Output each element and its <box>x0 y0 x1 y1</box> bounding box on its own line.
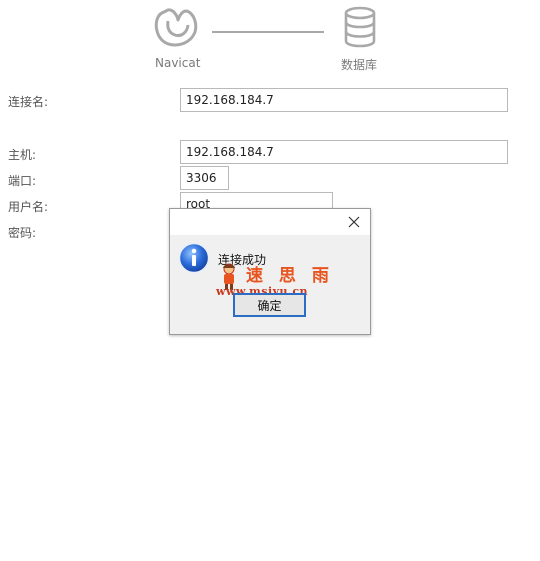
connection-setup-page: Navicat 数据库 连接名: 主机: 端口: 用户名: 密码: 192.16… <box>0 0 540 561</box>
flow-connector-line <box>212 31 324 33</box>
port-label: 端口: <box>8 174 37 188</box>
password-label: 密码: <box>8 226 37 240</box>
database-icon <box>344 6 376 48</box>
connection-name-label: 连接名: <box>8 95 49 109</box>
info-icon <box>178 242 210 274</box>
connection-success-dialog: 连接成功 速 思 雨 www.msiyu.cn 确定 <box>169 208 371 335</box>
watermark-text: 速 思 雨 <box>246 266 334 286</box>
step-database-label: 数据库 <box>341 58 378 72</box>
port-input[interactable]: 3306 <box>180 166 229 190</box>
dialog-titlebar <box>170 209 370 235</box>
username-label: 用户名: <box>8 200 49 214</box>
navicat-logo-icon <box>154 8 198 47</box>
host-label: 主机: <box>8 148 37 162</box>
connection-name-input[interactable]: 192.168.184.7 <box>180 88 508 112</box>
host-input[interactable]: 192.168.184.7 <box>180 140 508 164</box>
step-navicat-label: Navicat <box>155 56 201 70</box>
ok-button[interactable]: 确定 <box>233 293 306 317</box>
close-icon[interactable] <box>346 214 362 230</box>
